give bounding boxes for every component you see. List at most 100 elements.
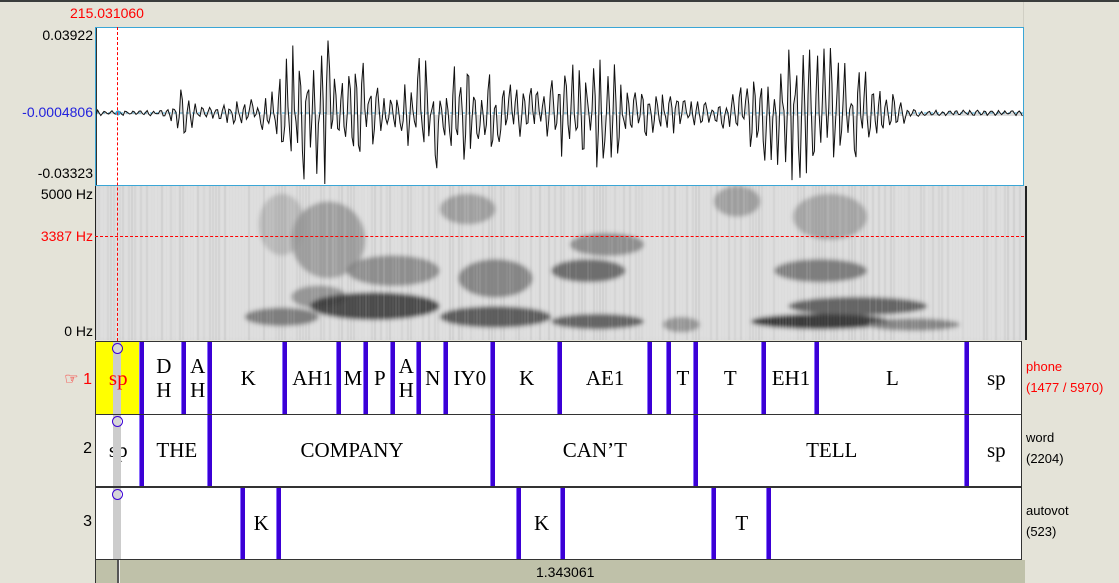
interval-word[interactable]: COMPANY [213,415,491,486]
interval-label-part: H [398,378,414,402]
interval-boundary[interactable] [489,415,495,486]
interval-boundary[interactable] [556,342,562,414]
interval-boundary[interactable] [489,342,495,414]
interval-boundary[interactable] [389,342,395,414]
spectrogram-panel[interactable] [95,186,1027,340]
interval-boundary[interactable] [963,415,969,486]
interval-boundary[interactable] [139,342,145,414]
interval-boundary[interactable] [275,488,281,559]
tier-3-name-text: autovot [1026,503,1069,518]
interval-boundary[interactable] [666,342,672,414]
interval-phone[interactable]: M [342,342,364,414]
visible-part-bar[interactable]: 1.343061 [95,560,1025,583]
interval-phone[interactable]: P [369,342,391,414]
interval-boundary[interactable] [336,342,342,414]
interval-phone[interactable]: IY0 [449,342,491,414]
time-cursor-line[interactable] [117,27,118,341]
interval-label: sp [108,365,128,390]
tier-phone[interactable]: sp D H A H K AH1 M P A H N IY0 K AE1 T T EH1 Lsp [95,341,1022,415]
cursor-position-highlight [119,560,120,583]
interval-boundary[interactable] [181,342,187,414]
interval-label: TELL [806,438,858,463]
interval-boundary[interactable] [207,415,213,486]
interval-phone[interactable]: sp [970,342,1023,414]
interval-label: T [735,511,749,536]
interval-boundary[interactable] [710,488,716,559]
tier-1-number-text: 1 [83,371,92,388]
interval-boundary[interactable] [207,342,213,414]
interval-phone[interactable]: AE1 [563,342,648,414]
interval-autovot[interactable]: K [522,488,561,559]
interval-label: EH1 [771,365,811,390]
tier-autovot[interactable]: KKT [95,487,1022,560]
interval-boundary[interactable] [692,342,698,414]
interval-word[interactable]: CAN’T [496,415,694,486]
cursor-circle-icon [112,343,123,354]
interval-phone[interactable]: L [820,342,964,414]
tier-3-name[interactable]: autovot (523) [1026,500,1069,542]
interval-boundary[interactable] [766,488,772,559]
interval-label: IY0 [453,365,487,390]
interval-word[interactable]: THE [145,415,208,486]
interval-label: T [676,365,690,390]
interval-boundary[interactable] [963,342,969,414]
interval-autovot[interactable]: T [717,488,768,559]
interval-phone[interactable]: K [496,342,558,414]
interval-label: AH1 [292,365,334,390]
interval-boundary[interactable] [814,342,820,414]
tier-3-count: (523) [1026,524,1057,539]
interval-boundary[interactable] [560,488,566,559]
interval-label-part: A [190,353,206,378]
interval-phone[interactable]: K [213,342,283,414]
tier-1-number[interactable]: ☞ 1 [64,369,92,389]
cursor-circle-icon [112,416,123,427]
waveform-trace [96,40,1023,185]
interval-label: K [240,365,256,390]
interval-phone[interactable]: T [672,342,694,414]
interval-boundary[interactable] [282,342,288,414]
interval-label: sp [986,438,1006,463]
interval-boundary[interactable] [646,342,652,414]
separator [1023,2,1024,27]
tier-1-name[interactable]: phone (1477 / 5970) [1026,356,1103,398]
tier-2-name-text: word [1026,430,1055,445]
cursor-circle-icon [112,489,123,500]
interval-boundary[interactable] [362,342,368,414]
interval-boundary[interactable] [515,488,521,559]
interval-boundary[interactable] [415,342,421,414]
waveform-min-label: -0.03323 [37,165,93,181]
interval-phone[interactable]: N [422,342,444,414]
interval-boundary[interactable] [760,342,766,414]
interval-label: L [886,365,899,390]
interval-phone[interactable] [653,342,667,414]
waveform-plot [96,40,1023,185]
interval-phone[interactable]: AH [187,342,208,414]
interval-boundary[interactable] [239,488,245,559]
interval-label: THE [156,438,198,463]
interval-label: N [425,365,441,390]
interval-phone[interactable]: DH [145,342,182,414]
interval-label: CAN’T [562,438,627,463]
interval-phone[interactable]: AH1 [288,342,337,414]
interval-phone[interactable]: T [699,342,762,414]
interval-phone[interactable]: AH [396,342,417,414]
interval-phone[interactable]: EH1 [767,342,816,414]
interval-word[interactable]: TELL [699,415,965,486]
interval-label: M [343,365,363,390]
interval-boundary[interactable] [442,342,448,414]
tier-word[interactable]: spTHECOMPANYCAN’TTELLsp [95,414,1022,487]
waveform-panel[interactable] [95,27,1024,186]
interval-label: K [253,511,269,536]
waveform-max-label: 0.03922 [42,27,93,43]
interval-boundary[interactable] [139,415,145,486]
tier-2-name[interactable]: word (2204) [1026,427,1064,469]
tier-3-number[interactable]: 3 [83,513,92,531]
tier-2-number[interactable]: 2 [83,440,92,458]
cursor-time-readout: 215.031060 [70,5,144,21]
interval-boundary[interactable] [692,415,698,486]
interval-autovot[interactable] [566,488,711,559]
interval-word[interactable]: sp [970,415,1023,486]
interval-autovot[interactable]: K [246,488,277,559]
interval-autovot[interactable] [772,488,1023,559]
interval-autovot[interactable] [282,488,517,559]
